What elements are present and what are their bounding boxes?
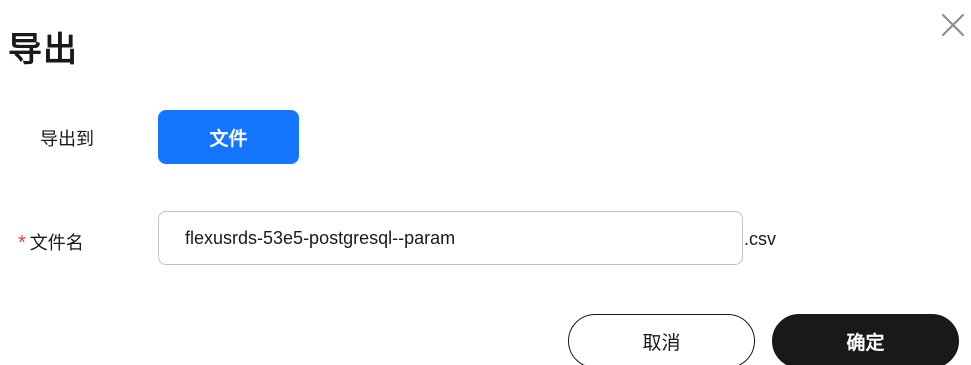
close-icon xyxy=(942,14,964,36)
export-to-file-option[interactable]: 文件 xyxy=(158,110,299,164)
export-to-label: 导出到 xyxy=(40,129,94,149)
export-to-file-option-label: 文件 xyxy=(209,128,248,150)
cancel-button[interactable]: 取消 xyxy=(568,314,755,365)
cancel-button-label: 取消 xyxy=(642,332,681,354)
filename-label-text: 文件名 xyxy=(29,233,84,253)
filename-label: * 文件名 xyxy=(18,229,84,255)
export-dialog: 导出 导出到 文件 *文件名 .csv 取消 确定 xyxy=(0,0,971,365)
filename-input[interactable] xyxy=(158,211,743,265)
close-button[interactable] xyxy=(938,10,968,40)
dialog-title: 导出 xyxy=(8,31,78,69)
confirm-button[interactable]: 确定 xyxy=(772,314,959,365)
filename-suffix: .csv xyxy=(744,229,777,249)
confirm-button-label: 确定 xyxy=(846,332,885,354)
required-mark: * xyxy=(18,232,26,254)
